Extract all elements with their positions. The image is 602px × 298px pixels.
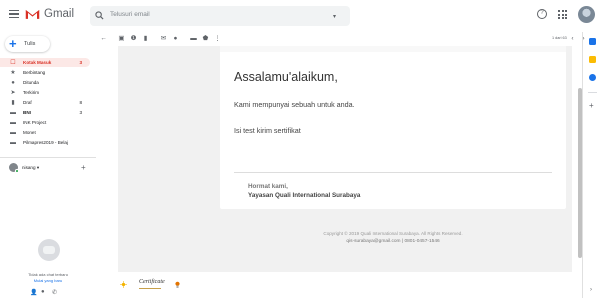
report-spam-icon[interactable]: ❶ xyxy=(130,35,137,42)
top-bar: Gmail Telusuri email ▾ ? xyxy=(0,0,602,32)
snooze-icon[interactable]: ● xyxy=(172,35,179,42)
signature-divider xyxy=(234,172,552,173)
sidebar-item-label: Terkirim xyxy=(23,90,40,95)
search-placeholder: Telusuri email xyxy=(110,11,150,18)
more-icon[interactable]: ⋮ xyxy=(214,35,221,42)
inbox-icon: ☐ xyxy=(10,59,16,66)
sparkle-icon xyxy=(120,281,127,288)
hangouts-user-name: nisang ▾ xyxy=(22,165,40,170)
message-toolbar: ← ▣ ❶ ▮ ✉ ● ▬ ⬟ ⋮ 1 dari 63 xyxy=(96,32,582,46)
search-icon[interactable] xyxy=(95,11,104,20)
star-icon: ★ xyxy=(10,69,16,76)
email-greeting: Assalamu'alaikum, xyxy=(234,70,338,84)
apps-grid-icon[interactable] xyxy=(558,10,567,19)
sidebar-item-label: Pilmapres2019 - Belaj xyxy=(23,140,68,145)
hide-panel-icon[interactable]: › xyxy=(590,287,592,293)
mark-unread-icon[interactable]: ✉ xyxy=(160,35,167,42)
pager-text: 1 dari 63 xyxy=(552,36,567,40)
attachment-name[interactable]: Certificate xyxy=(139,279,165,285)
sidebar-item-inbox[interactable]: ☐ Kotak Masuk 3 xyxy=(0,58,90,67)
labels-icon[interactable]: ⬟ xyxy=(202,35,209,42)
calendar-icon[interactable] xyxy=(589,38,596,45)
sidebar: + Tulis ☐ Kotak Masuk 3 ★ Berbintang ● D… xyxy=(0,32,96,298)
sidebar-item-label: Monet xyxy=(23,130,36,135)
sidebar-divider xyxy=(0,157,96,158)
label-icon: ▬ xyxy=(10,139,16,146)
search-options-icon[interactable]: ▾ xyxy=(333,13,336,20)
person-icon[interactable]: 👤 xyxy=(30,289,37,296)
add-addon-icon[interactable]: + xyxy=(589,102,594,110)
sidebar-item-label: INK Project xyxy=(23,120,47,125)
main-menu-icon[interactable] xyxy=(9,10,19,18)
sidebar-item-count: 3 xyxy=(79,110,82,115)
email-copyright: Copyright © 2019 Quali International Sur… xyxy=(323,231,463,236)
email-body-line: Isi test kirim sertifikat xyxy=(234,126,301,135)
account-avatar[interactable] xyxy=(578,6,595,23)
sidebar-item-label: Berbintang xyxy=(23,70,46,75)
badge-icon[interactable] xyxy=(174,281,181,288)
keep-icon[interactable] xyxy=(589,56,596,63)
hangouts-bottom-bar: 👤 ● ✆ xyxy=(30,289,70,297)
app-name[interactable]: Gmail xyxy=(44,8,74,20)
sidebar-item-bni[interactable]: ▬ BNI 3 xyxy=(0,108,90,117)
signature-regards: Hormat kami, xyxy=(248,183,288,190)
side-panel-divider xyxy=(588,92,597,93)
chat-bubble-icon xyxy=(38,239,60,261)
email-body-line: Kami mempunyai sebuah untuk anda. xyxy=(234,100,355,109)
phone-icon[interactable]: ✆ xyxy=(52,289,57,296)
delete-icon[interactable]: ▮ xyxy=(142,35,149,42)
label-icon: ▬ xyxy=(10,119,16,126)
sidebar-item-ink-project[interactable]: ▬ INK Project xyxy=(0,118,90,127)
compose-label: Tulis xyxy=(24,40,36,47)
side-panel: + › xyxy=(582,32,602,298)
label-icon: ▬ xyxy=(10,129,16,136)
move-to-icon[interactable]: ▬ xyxy=(190,35,197,42)
draft-icon: ▮ xyxy=(11,99,15,106)
online-status-icon xyxy=(15,169,19,173)
tasks-icon[interactable] xyxy=(589,74,596,81)
email-card-header xyxy=(220,46,566,52)
scrollbar-thumb[interactable] xyxy=(578,88,582,258)
sidebar-item-monet[interactable]: ▬ Monet xyxy=(0,128,90,137)
chat-empty-text: Tidak ada chat terbaru xyxy=(28,272,68,277)
signature-company: Yayasan Quali International Surabaya xyxy=(248,192,361,199)
sidebar-item-label: Kotak Masuk xyxy=(23,60,52,65)
label-icon: ▬ xyxy=(10,109,16,116)
help-icon[interactable]: ? xyxy=(537,9,547,19)
sidebar-item-snoozed[interactable]: ● Ditunda xyxy=(0,78,90,87)
compose-button[interactable]: + Tulis xyxy=(5,36,50,52)
sidebar-item-starred[interactable]: ★ Berbintang xyxy=(0,68,90,77)
back-arrow-icon[interactable]: ← xyxy=(100,35,107,42)
sidebar-item-label: Ditunda xyxy=(23,80,39,85)
hangouts-user[interactable]: nisang ▾ + xyxy=(9,163,94,173)
start-new-chat-link[interactable]: Mulai yang baru xyxy=(0,278,96,283)
send-icon: ➤ xyxy=(10,89,16,96)
gmail-logo-icon[interactable] xyxy=(25,8,40,20)
clock-icon: ● xyxy=(11,79,15,86)
add-contact-icon[interactable]: + xyxy=(81,163,86,172)
search-input[interactable]: Telusuri email ▾ xyxy=(90,6,350,26)
sidebar-item-drafts[interactable]: ▮ Draf 8 xyxy=(0,98,90,107)
email-view: Assalamu'alaikum, Kami mempunyai sebuah … xyxy=(96,46,582,298)
older-icon[interactable]: ‹ xyxy=(569,35,576,42)
attachment-bar: Certificate xyxy=(96,276,582,298)
sidebar-item-label: Draf xyxy=(23,100,32,105)
email-card: Assalamu'alaikum, Kami mempunyai sebuah … xyxy=(220,46,566,209)
sidebar-item-count: 8 xyxy=(79,100,82,105)
attachment-underline xyxy=(139,288,161,289)
email-contact[interactable]: qis-surabaya@gmail.com | 0801-0457-1546 xyxy=(220,239,566,244)
sidebar-item-pilmapres[interactable]: ▬ Pilmapres2019 - Belaj xyxy=(0,138,90,147)
sidebar-item-sent[interactable]: ➤ Terkirim xyxy=(0,88,90,97)
archive-icon[interactable]: ▣ xyxy=(118,35,125,42)
hangouts-icon[interactable]: ● xyxy=(41,289,45,295)
sidebar-item-count: 3 xyxy=(79,60,82,65)
sidebar-item-label: BNI xyxy=(23,110,31,115)
compose-plus-icon: + xyxy=(9,36,17,51)
